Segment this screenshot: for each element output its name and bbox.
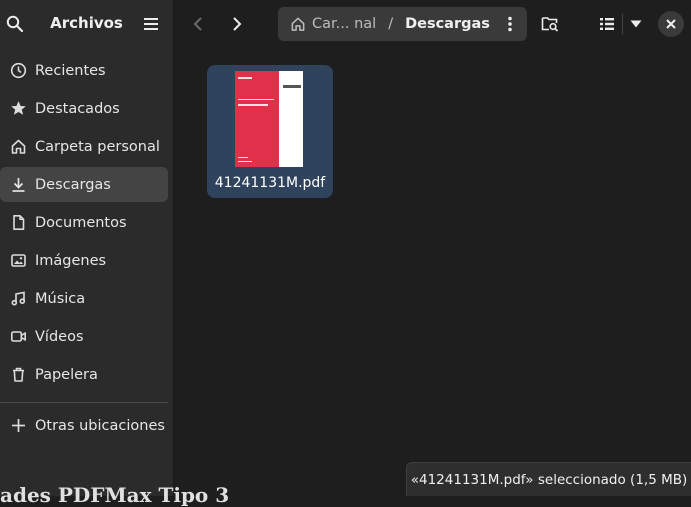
- document-icon: [9, 214, 27, 232]
- sidebar-item-recientes[interactable]: Recientes: [0, 53, 168, 88]
- search-folder-button[interactable]: [539, 13, 561, 35]
- sidebar-item-documentos[interactable]: Documentos: [0, 205, 168, 240]
- sidebar-item-otras-ubicaciones[interactable]: Otras ubicaciones: [0, 408, 168, 443]
- sidebar-item-descargas[interactable]: Descargas: [0, 167, 168, 202]
- close-window-button[interactable]: [658, 11, 684, 37]
- breadcrumb-home[interactable]: Car... nal: [312, 16, 376, 32]
- header-bar: Car... nal / Descargas: [174, 0, 691, 48]
- chevron-down-icon: [630, 20, 642, 28]
- download-icon: [9, 176, 27, 194]
- plus-icon: [9, 417, 27, 435]
- pdf-cover-mark: [283, 85, 301, 88]
- home-icon[interactable]: [290, 16, 306, 32]
- forward-button[interactable]: [225, 12, 249, 36]
- video-icon: [9, 328, 27, 346]
- sidebar-item-label: Recientes: [35, 62, 106, 79]
- selection-status-overlay: «41241131M.pdf» seleccionado (1,5 MB): [406, 462, 691, 496]
- toolbar-divider: [622, 14, 623, 34]
- vertical-dots-icon: [508, 16, 512, 32]
- path-menu-button[interactable]: [503, 15, 517, 33]
- pdf-thumbnail: [235, 71, 303, 167]
- sidebar-item-label: Imágenes: [35, 252, 107, 269]
- sidebar-item-label: Documentos: [35, 214, 127, 231]
- sidebar-item-videos[interactable]: Vídeos: [0, 319, 168, 354]
- sidebar-item-label: Papelera: [35, 366, 98, 383]
- location-pathbar: Car... nal / Descargas: [278, 7, 527, 41]
- breadcrumb-current[interactable]: Descargas: [405, 16, 490, 32]
- view-list-button[interactable]: [596, 13, 618, 35]
- chevron-left-icon: [193, 17, 202, 31]
- sidebar-item-label: Destacados: [35, 100, 120, 117]
- content-pane: Car... nal / Descargas 41241131M.pdf: [174, 0, 691, 496]
- clock-icon: [9, 62, 27, 80]
- sidebar-item-label: Descargas: [35, 176, 111, 193]
- main-menu-button[interactable]: [140, 13, 162, 35]
- pdf-cover-band: [235, 71, 279, 167]
- sidebar-item-label: Vídeos: [35, 328, 84, 345]
- back-button[interactable]: [186, 12, 210, 36]
- sidebar-item-imagenes[interactable]: Imágenes: [0, 243, 168, 278]
- sidebar-item-label: Otras ubicaciones: [35, 417, 165, 434]
- image-icon: [9, 252, 27, 270]
- close-icon: [666, 19, 676, 29]
- list-view-icon: [600, 18, 614, 30]
- breadcrumb-separator: /: [388, 16, 394, 32]
- sidebar-item-destacados[interactable]: Destacados: [0, 91, 168, 126]
- sidebar-item-musica[interactable]: Música: [0, 281, 168, 316]
- star-icon: [9, 100, 27, 118]
- music-icon: [9, 290, 27, 308]
- folder-search-icon: [541, 17, 559, 32]
- file-name: 41241131M.pdf: [214, 175, 326, 191]
- hamburger-icon: [144, 18, 158, 30]
- sidebar-header: Archivos: [0, 0, 173, 48]
- home-icon: [9, 138, 27, 156]
- file-item-pdf[interactable]: 41241131M.pdf: [207, 65, 333, 198]
- trash-icon: [9, 366, 27, 384]
- background-window-text: ades PDFMax Tipo 3: [0, 483, 230, 507]
- sidebar-divider: [0, 402, 168, 403]
- sidebar-item-papelera[interactable]: Papelera: [0, 357, 168, 392]
- view-options-button[interactable]: [625, 13, 647, 35]
- sidebar-item-carpeta-personal[interactable]: Carpeta personal: [0, 129, 168, 164]
- sidebar-item-label: Carpeta personal: [35, 138, 160, 155]
- sidebar: Archivos Recientes Destacados Carpeta pe…: [0, 0, 174, 496]
- chevron-right-icon: [233, 17, 242, 31]
- sidebar-item-label: Música: [35, 290, 86, 307]
